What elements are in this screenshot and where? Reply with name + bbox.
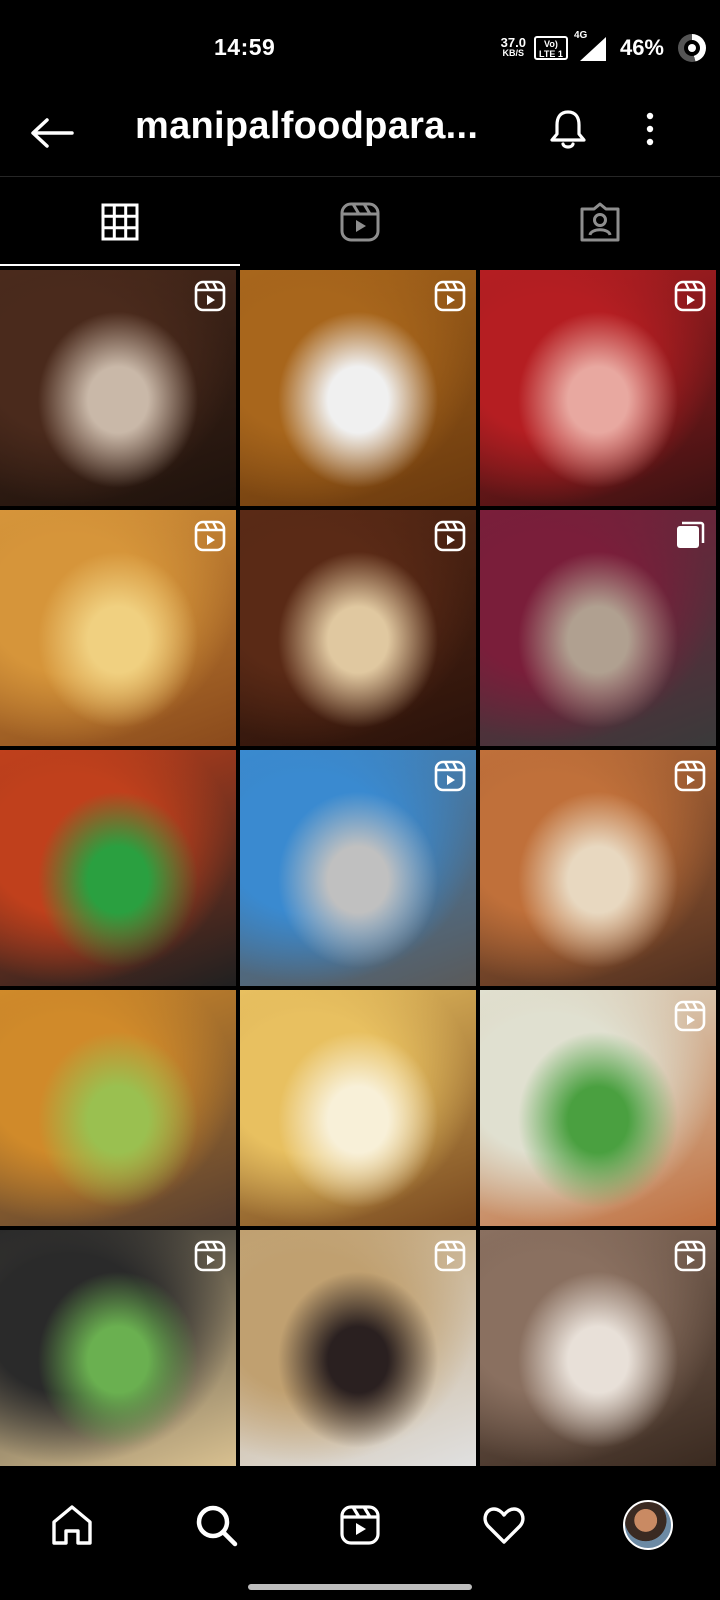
grid-post-brownie-sizzler-ice-cream[interactable] bbox=[0, 270, 236, 506]
status-icons: 37.0 KB/S Vo) LTE 1 4G 46% bbox=[500, 30, 706, 66]
volte-icon: Vo) LTE 1 bbox=[533, 36, 568, 60]
profile-username: manipalfoodpara... bbox=[135, 105, 479, 147]
grid-post-berry-shake-glass[interactable] bbox=[480, 510, 716, 746]
reels-icon bbox=[340, 202, 380, 242]
tab-tagged[interactable] bbox=[480, 178, 720, 266]
heart-icon bbox=[483, 1507, 525, 1544]
reel-badge-icon bbox=[194, 1240, 226, 1272]
battery-icon bbox=[678, 34, 706, 62]
network-speed-value: 37.0 bbox=[500, 35, 526, 50]
reel-badge-icon bbox=[434, 760, 466, 792]
battery-percent: 46% bbox=[619, 35, 664, 60]
profile-header: manipalfoodpara... bbox=[0, 95, 720, 177]
nav-activity-button[interactable] bbox=[472, 1493, 536, 1557]
home-indicator[interactable] bbox=[248, 1584, 472, 1590]
reel-badge-icon bbox=[194, 280, 226, 312]
grid-post-dim-sum-steamers[interactable] bbox=[240, 1230, 476, 1466]
reel-badge-icon bbox=[674, 760, 706, 792]
signal-icon: 4G bbox=[574, 30, 606, 61]
notifications-button[interactable] bbox=[542, 103, 594, 155]
grid-post-clay-pot-handi[interactable] bbox=[480, 750, 716, 986]
posts-grid bbox=[0, 270, 720, 1466]
reel-badge-icon bbox=[434, 1240, 466, 1272]
status-bar: 14:59 37.0 KB/S Vo) LTE 1 4G 46% bbox=[0, 0, 720, 95]
status-time: 14:59 bbox=[214, 34, 276, 60]
network-speed: 37.0 KB/S bbox=[500, 35, 526, 59]
grid-post-burger-and-fries[interactable] bbox=[0, 1230, 236, 1466]
volte-bottom-label: LTE 1 bbox=[539, 49, 563, 59]
search-icon bbox=[196, 1505, 238, 1547]
reel-badge-icon bbox=[434, 280, 466, 312]
carousel-badge-icon bbox=[674, 520, 706, 552]
arrow-left-icon bbox=[31, 118, 74, 148]
grid-post-cheese-garlic-bread[interactable] bbox=[240, 990, 476, 1226]
nav-reels-button[interactable] bbox=[328, 1493, 392, 1557]
grid-post-chilli-mushroom[interactable] bbox=[240, 510, 476, 746]
bottom-navigation bbox=[0, 1485, 720, 1565]
nav-search-button[interactable] bbox=[184, 1493, 248, 1557]
nav-home-button[interactable] bbox=[40, 1493, 104, 1557]
back-button[interactable] bbox=[26, 107, 78, 159]
volte-top-label: Vo) bbox=[544, 39, 558, 49]
tab-reels[interactable] bbox=[240, 178, 480, 266]
grid-post-fish-fry-banana-leaf[interactable] bbox=[0, 750, 236, 986]
network-type: 4G bbox=[573, 30, 588, 41]
bell-icon bbox=[550, 110, 586, 149]
grid-post-noodles-in-cup[interactable] bbox=[480, 270, 716, 506]
reel-badge-icon bbox=[434, 520, 466, 552]
home-icon bbox=[52, 1505, 92, 1545]
more-options-button[interactable] bbox=[624, 103, 676, 155]
nav-profile-button[interactable] bbox=[616, 1493, 680, 1557]
grid-post-dessert-buffet[interactable] bbox=[480, 1230, 716, 1466]
reels-icon bbox=[340, 1505, 380, 1545]
reel-badge-icon bbox=[674, 1000, 706, 1032]
more-vertical-icon bbox=[646, 112, 654, 146]
grid-post-kitchen-prep-station[interactable] bbox=[240, 750, 476, 986]
grid-icon bbox=[101, 203, 139, 241]
profile-tabs bbox=[0, 178, 720, 266]
tagged-icon bbox=[580, 202, 620, 242]
grid-post-vada-pav-chutney[interactable] bbox=[0, 990, 236, 1226]
reel-badge-icon bbox=[194, 520, 226, 552]
profile-avatar bbox=[623, 1500, 673, 1550]
tab-posts-grid[interactable] bbox=[0, 178, 240, 266]
network-speed-unit: KB/S bbox=[502, 48, 525, 58]
reel-badge-icon bbox=[674, 1240, 706, 1272]
grid-post-egg-noodle-plate[interactable] bbox=[480, 990, 716, 1226]
grid-post-curry-bowl[interactable] bbox=[240, 270, 476, 506]
reel-badge-icon bbox=[674, 280, 706, 312]
grid-post-cheese-pizza-slices[interactable] bbox=[0, 510, 236, 746]
